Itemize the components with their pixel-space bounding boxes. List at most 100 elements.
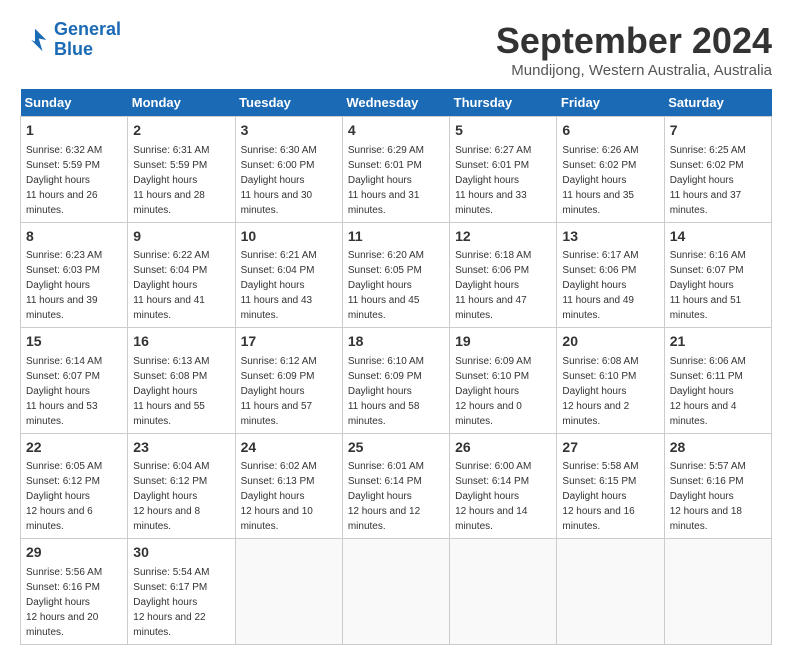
- calendar-day-cell: 7Sunrise: 6:25 AMSunset: 6:02 PMDaylight…: [664, 117, 771, 223]
- day-number: 19: [455, 332, 551, 352]
- day-detail: Sunrise: 6:16 AMSunset: 6:07 PMDaylight …: [670, 248, 766, 323]
- day-number: 29: [26, 543, 122, 563]
- day-number: 12: [455, 227, 551, 247]
- day-detail: Sunrise: 6:05 AMSunset: 6:12 PMDaylight …: [26, 459, 122, 534]
- weekday-header: Friday: [557, 89, 664, 117]
- logo-text: General Blue: [54, 20, 121, 60]
- calendar-day-cell: 4Sunrise: 6:29 AMSunset: 6:01 PMDaylight…: [342, 117, 449, 223]
- day-number: 21: [670, 332, 766, 352]
- day-detail: Sunrise: 6:22 AMSunset: 6:04 PMDaylight …: [133, 248, 229, 323]
- day-detail: Sunrise: 6:01 AMSunset: 6:14 PMDaylight …: [348, 459, 444, 534]
- day-number: 22: [26, 438, 122, 458]
- calendar-day-cell: 26Sunrise: 6:00 AMSunset: 6:14 PMDayligh…: [450, 433, 557, 539]
- calendar-week-row: 29Sunrise: 5:56 AMSunset: 6:16 PMDayligh…: [21, 539, 772, 645]
- day-number: 15: [26, 332, 122, 352]
- logo-icon: [20, 25, 50, 55]
- day-number: 4: [348, 121, 444, 141]
- day-detail: Sunrise: 6:18 AMSunset: 6:06 PMDaylight …: [455, 248, 551, 323]
- day-detail: Sunrise: 6:12 AMSunset: 6:09 PMDaylight …: [241, 354, 337, 429]
- day-detail: Sunrise: 6:25 AMSunset: 6:02 PMDaylight …: [670, 143, 766, 218]
- day-detail: Sunrise: 6:13 AMSunset: 6:08 PMDaylight …: [133, 354, 229, 429]
- day-number: 1: [26, 121, 122, 141]
- calendar-day-cell: [664, 539, 771, 645]
- day-detail: Sunrise: 6:20 AMSunset: 6:05 PMDaylight …: [348, 248, 444, 323]
- day-number: 6: [562, 121, 658, 141]
- weekday-header: Tuesday: [235, 89, 342, 117]
- day-detail: Sunrise: 6:27 AMSunset: 6:01 PMDaylight …: [455, 143, 551, 218]
- calendar-day-cell: 21Sunrise: 6:06 AMSunset: 6:11 PMDayligh…: [664, 328, 771, 434]
- calendar-day-cell: 10Sunrise: 6:21 AMSunset: 6:04 PMDayligh…: [235, 222, 342, 328]
- calendar-day-cell: [235, 539, 342, 645]
- day-detail: Sunrise: 6:14 AMSunset: 6:07 PMDaylight …: [26, 354, 122, 429]
- calendar-day-cell: 18Sunrise: 6:10 AMSunset: 6:09 PMDayligh…: [342, 328, 449, 434]
- day-number: 30: [133, 543, 229, 563]
- day-number: 8: [26, 227, 122, 247]
- day-number: 17: [241, 332, 337, 352]
- weekday-header: Wednesday: [342, 89, 449, 117]
- calendar-day-cell: 25Sunrise: 6:01 AMSunset: 6:14 PMDayligh…: [342, 433, 449, 539]
- day-detail: Sunrise: 6:21 AMSunset: 6:04 PMDaylight …: [241, 248, 337, 323]
- weekday-header: Saturday: [664, 89, 771, 117]
- calendar-day-cell: 1Sunrise: 6:32 AMSunset: 5:59 PMDaylight…: [21, 117, 128, 223]
- day-detail: Sunrise: 5:57 AMSunset: 6:16 PMDaylight …: [670, 459, 766, 534]
- day-detail: Sunrise: 5:56 AMSunset: 6:16 PMDaylight …: [26, 565, 122, 640]
- weekday-header: Thursday: [450, 89, 557, 117]
- calendar-day-cell: 24Sunrise: 6:02 AMSunset: 6:13 PMDayligh…: [235, 433, 342, 539]
- day-detail: Sunrise: 6:04 AMSunset: 6:12 PMDaylight …: [133, 459, 229, 534]
- day-detail: Sunrise: 6:31 AMSunset: 5:59 PMDaylight …: [133, 143, 229, 218]
- day-number: 20: [562, 332, 658, 352]
- logo-line2: Blue: [54, 39, 93, 59]
- calendar-day-cell: 28Sunrise: 5:57 AMSunset: 6:16 PMDayligh…: [664, 433, 771, 539]
- calendar-day-cell: 15Sunrise: 6:14 AMSunset: 6:07 PMDayligh…: [21, 328, 128, 434]
- day-number: 27: [562, 438, 658, 458]
- day-detail: Sunrise: 6:29 AMSunset: 6:01 PMDaylight …: [348, 143, 444, 218]
- day-number: 26: [455, 438, 551, 458]
- day-detail: Sunrise: 6:23 AMSunset: 6:03 PMDaylight …: [26, 248, 122, 323]
- day-detail: Sunrise: 6:17 AMSunset: 6:06 PMDaylight …: [562, 248, 658, 323]
- weekday-header-row: SundayMondayTuesdayWednesdayThursdayFrid…: [21, 89, 772, 117]
- calendar-day-cell: 11Sunrise: 6:20 AMSunset: 6:05 PMDayligh…: [342, 222, 449, 328]
- day-detail: Sunrise: 6:06 AMSunset: 6:11 PMDaylight …: [670, 354, 766, 429]
- calendar-table: SundayMondayTuesdayWednesdayThursdayFrid…: [20, 89, 772, 645]
- calendar-day-cell: 12Sunrise: 6:18 AMSunset: 6:06 PMDayligh…: [450, 222, 557, 328]
- calendar-day-cell: 13Sunrise: 6:17 AMSunset: 6:06 PMDayligh…: [557, 222, 664, 328]
- calendar-day-cell: 27Sunrise: 5:58 AMSunset: 6:15 PMDayligh…: [557, 433, 664, 539]
- day-detail: Sunrise: 6:10 AMSunset: 6:09 PMDaylight …: [348, 354, 444, 429]
- day-detail: Sunrise: 6:00 AMSunset: 6:14 PMDaylight …: [455, 459, 551, 534]
- day-number: 25: [348, 438, 444, 458]
- day-detail: Sunrise: 6:02 AMSunset: 6:13 PMDaylight …: [241, 459, 337, 534]
- logo-line1: General: [54, 19, 121, 39]
- day-number: 3: [241, 121, 337, 141]
- calendar-day-cell: [557, 539, 664, 645]
- calendar-day-cell: [450, 539, 557, 645]
- day-number: 16: [133, 332, 229, 352]
- weekday-header: Sunday: [21, 89, 128, 117]
- day-number: 7: [670, 121, 766, 141]
- day-detail: Sunrise: 6:09 AMSunset: 6:10 PMDaylight …: [455, 354, 551, 429]
- calendar-day-cell: 20Sunrise: 6:08 AMSunset: 6:10 PMDayligh…: [557, 328, 664, 434]
- logo: General Blue: [20, 20, 121, 60]
- calendar-day-cell: 8Sunrise: 6:23 AMSunset: 6:03 PMDaylight…: [21, 222, 128, 328]
- calendar-day-cell: 29Sunrise: 5:56 AMSunset: 6:16 PMDayligh…: [21, 539, 128, 645]
- day-detail: Sunrise: 5:54 AMSunset: 6:17 PMDaylight …: [133, 565, 229, 640]
- calendar-day-cell: 19Sunrise: 6:09 AMSunset: 6:10 PMDayligh…: [450, 328, 557, 434]
- day-number: 5: [455, 121, 551, 141]
- title-section: September 2024 Mundijong, Western Austra…: [496, 20, 772, 79]
- calendar-day-cell: 22Sunrise: 6:05 AMSunset: 6:12 PMDayligh…: [21, 433, 128, 539]
- day-number: 11: [348, 227, 444, 247]
- calendar-day-cell: 5Sunrise: 6:27 AMSunset: 6:01 PMDaylight…: [450, 117, 557, 223]
- calendar-title: September 2024: [496, 20, 772, 62]
- calendar-day-cell: 30Sunrise: 5:54 AMSunset: 6:17 PMDayligh…: [128, 539, 235, 645]
- calendar-day-cell: 14Sunrise: 6:16 AMSunset: 6:07 PMDayligh…: [664, 222, 771, 328]
- weekday-header: Monday: [128, 89, 235, 117]
- day-number: 18: [348, 332, 444, 352]
- header: General Blue September 2024 Mundijong, W…: [20, 20, 772, 79]
- calendar-day-cell: 16Sunrise: 6:13 AMSunset: 6:08 PMDayligh…: [128, 328, 235, 434]
- day-detail: Sunrise: 6:26 AMSunset: 6:02 PMDaylight …: [562, 143, 658, 218]
- calendar-day-cell: 23Sunrise: 6:04 AMSunset: 6:12 PMDayligh…: [128, 433, 235, 539]
- calendar-day-cell: 3Sunrise: 6:30 AMSunset: 6:00 PMDaylight…: [235, 117, 342, 223]
- calendar-day-cell: 17Sunrise: 6:12 AMSunset: 6:09 PMDayligh…: [235, 328, 342, 434]
- calendar-day-cell: 9Sunrise: 6:22 AMSunset: 6:04 PMDaylight…: [128, 222, 235, 328]
- day-number: 28: [670, 438, 766, 458]
- day-detail: Sunrise: 6:08 AMSunset: 6:10 PMDaylight …: [562, 354, 658, 429]
